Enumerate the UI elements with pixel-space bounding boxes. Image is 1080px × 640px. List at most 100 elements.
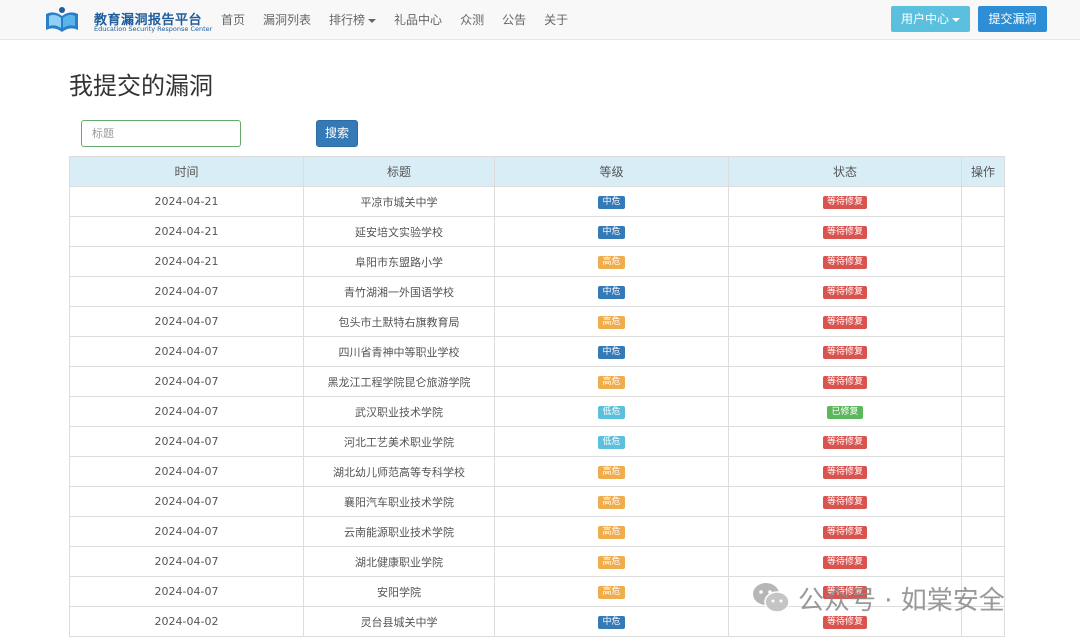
table-row: 2024-04-07 四川省青神中等职业学校 中危 等待修复 bbox=[69, 336, 1005, 367]
cell-title-link[interactable]: 延安培文实验学校 bbox=[303, 216, 495, 247]
cell-title-link[interactable]: 湖北幼儿师范高等专科学校 bbox=[303, 456, 495, 487]
cell-actions bbox=[961, 366, 1005, 397]
cell-actions bbox=[961, 306, 1005, 337]
status-badge: 等待修复 bbox=[822, 316, 867, 329]
cell-title-link[interactable]: 阜阳市东盟路小学 bbox=[303, 246, 495, 277]
nav-home[interactable]: 首页 bbox=[212, 0, 254, 40]
cell-actions bbox=[961, 546, 1005, 577]
brand[interactable]: 教育漏洞报告平台 Education Security Response Cen… bbox=[44, 3, 212, 37]
level-badge: 低危 bbox=[598, 436, 625, 449]
book-logo-icon bbox=[46, 7, 78, 32]
cell-date: 2024-04-07 bbox=[69, 516, 304, 547]
nav-home-label: 首页 bbox=[221, 13, 246, 27]
table-row: 2024-04-07 湖北幼儿师范高等专科学校 高危 等待修复 bbox=[69, 456, 1005, 487]
cell-level: 高危 bbox=[494, 576, 729, 607]
level-badge: 中危 bbox=[598, 226, 625, 239]
cell-status: 等待修复 bbox=[728, 276, 962, 307]
nav-about[interactable]: 关于 bbox=[535, 0, 577, 40]
cell-status: 等待修复 bbox=[728, 306, 962, 337]
col-header-time: 时间 bbox=[69, 156, 304, 187]
cell-title-link[interactable]: 安阳学院 bbox=[303, 576, 495, 607]
level-badge: 高危 bbox=[598, 556, 625, 569]
cell-actions bbox=[961, 336, 1005, 367]
main-nav: 首页 漏洞列表 排行榜 礼品中心 众测 公告 关于 bbox=[212, 0, 577, 40]
col-header-level: 等级 bbox=[494, 156, 729, 187]
search-button[interactable]: 搜索 bbox=[316, 120, 358, 147]
level-badge: 高危 bbox=[598, 526, 625, 539]
nav-gift-center[interactable]: 礼品中心 bbox=[385, 0, 451, 40]
cell-title-link[interactable]: 青竹湖湘一外国语学校 bbox=[303, 276, 495, 307]
cell-title-link[interactable]: 包头市土默特右旗教育局 bbox=[303, 306, 495, 337]
cell-status: 等待修复 bbox=[728, 546, 962, 577]
nav-crowdtest[interactable]: 众测 bbox=[451, 0, 493, 40]
cell-level: 中危 bbox=[494, 216, 729, 247]
cell-level: 高危 bbox=[494, 546, 729, 577]
cell-level: 高危 bbox=[494, 306, 729, 337]
cell-date: 2024-04-07 bbox=[69, 366, 304, 397]
table-row: 2024-04-21 延安培文实验学校 中危 等待修复 bbox=[69, 216, 1005, 247]
cell-status: 等待修复 bbox=[728, 216, 962, 247]
table-header-row: 时间 标题 等级 状态 操作 bbox=[69, 156, 1005, 187]
cell-level: 中危 bbox=[494, 186, 729, 217]
status-badge: 已修复 bbox=[827, 406, 863, 419]
level-badge: 低危 bbox=[598, 406, 625, 419]
cell-status: 等待修复 bbox=[728, 426, 962, 457]
cell-date: 2024-04-07 bbox=[69, 576, 304, 607]
brand-subtitle: Education Security Response Center bbox=[94, 25, 213, 33]
submit-vuln-button[interactable]: 提交漏洞 bbox=[978, 6, 1047, 32]
cell-actions bbox=[961, 186, 1005, 217]
cell-title-link[interactable]: 襄阳汽车职业技术学院 bbox=[303, 486, 495, 517]
watermark-text: 公众号 · 如棠安全 bbox=[798, 585, 1005, 616]
cell-actions bbox=[961, 246, 1005, 277]
watermark: 公众号 · 如棠安全 bbox=[752, 578, 1005, 618]
cell-actions bbox=[961, 456, 1005, 487]
status-badge: 等待修复 bbox=[822, 226, 867, 239]
table-row: 2024-04-07 河北工艺美术职业学院 低危 等待修复 bbox=[69, 426, 1005, 457]
cell-status: 等待修复 bbox=[728, 486, 962, 517]
user-center-button[interactable]: 用户中心 bbox=[891, 6, 970, 32]
level-badge: 中危 bbox=[598, 196, 625, 209]
level-badge: 中危 bbox=[598, 616, 625, 629]
cell-date: 2024-04-21 bbox=[69, 246, 304, 277]
status-badge: 等待修复 bbox=[822, 346, 867, 359]
cell-title-link[interactable]: 云南能源职业技术学院 bbox=[303, 516, 495, 547]
user-center-label: 用户中心 bbox=[900, 12, 949, 26]
col-header-status: 状态 bbox=[728, 156, 962, 187]
wechat-icon bbox=[753, 583, 790, 613]
cell-date: 2024-04-07 bbox=[69, 276, 304, 307]
cell-date: 2024-04-07 bbox=[69, 546, 304, 577]
table-row: 2024-04-07 青竹湖湘一外国语学校 中危 等待修复 bbox=[69, 276, 1005, 307]
level-badge: 中危 bbox=[598, 346, 625, 359]
cell-actions bbox=[961, 276, 1005, 307]
cell-title-link[interactable]: 武汉职业技术学院 bbox=[303, 396, 495, 427]
cell-level: 低危 bbox=[494, 426, 729, 457]
table-row: 2024-04-07 湖北健康职业学院 高危 等待修复 bbox=[69, 546, 1005, 577]
cell-title-link[interactable]: 平凉市城关中学 bbox=[303, 186, 495, 217]
cell-title-link[interactable]: 黑龙江工程学院昆仑旅游学院 bbox=[303, 366, 495, 397]
cell-status: 等待修复 bbox=[728, 516, 962, 547]
level-badge: 高危 bbox=[598, 316, 625, 329]
cell-date: 2024-04-07 bbox=[69, 426, 304, 457]
cell-title-link[interactable]: 湖北健康职业学院 bbox=[303, 546, 495, 577]
cell-level: 高危 bbox=[494, 456, 729, 487]
cell-level: 中危 bbox=[494, 336, 729, 367]
cell-title-link[interactable]: 灵台县城关中学 bbox=[303, 606, 495, 637]
nav-ranking[interactable]: 排行榜 bbox=[320, 0, 385, 40]
cell-title-link[interactable]: 河北工艺美术职业学院 bbox=[303, 426, 495, 457]
table-row: 2024-04-07 云南能源职业技术学院 高危 等待修复 bbox=[69, 516, 1005, 547]
cell-actions bbox=[961, 396, 1005, 427]
status-badge: 等待修复 bbox=[822, 466, 867, 479]
cell-level: 高危 bbox=[494, 516, 729, 547]
level-badge: 高危 bbox=[598, 496, 625, 509]
cell-level: 高危 bbox=[494, 366, 729, 397]
nav-gift-center-label: 礼品中心 bbox=[394, 13, 443, 27]
table-row: 2024-04-07 包头市土默特右旗教育局 高危 等待修复 bbox=[69, 306, 1005, 337]
status-badge: 等待修复 bbox=[822, 496, 867, 509]
nav-announcement[interactable]: 公告 bbox=[493, 0, 535, 40]
level-badge: 高危 bbox=[598, 376, 625, 389]
nav-vuln-list[interactable]: 漏洞列表 bbox=[254, 0, 320, 40]
cell-title-link[interactable]: 四川省青神中等职业学校 bbox=[303, 336, 495, 367]
cell-level: 高危 bbox=[494, 246, 729, 277]
nav-vuln-list-label: 漏洞列表 bbox=[263, 13, 312, 27]
title-search-input[interactable] bbox=[81, 120, 241, 147]
